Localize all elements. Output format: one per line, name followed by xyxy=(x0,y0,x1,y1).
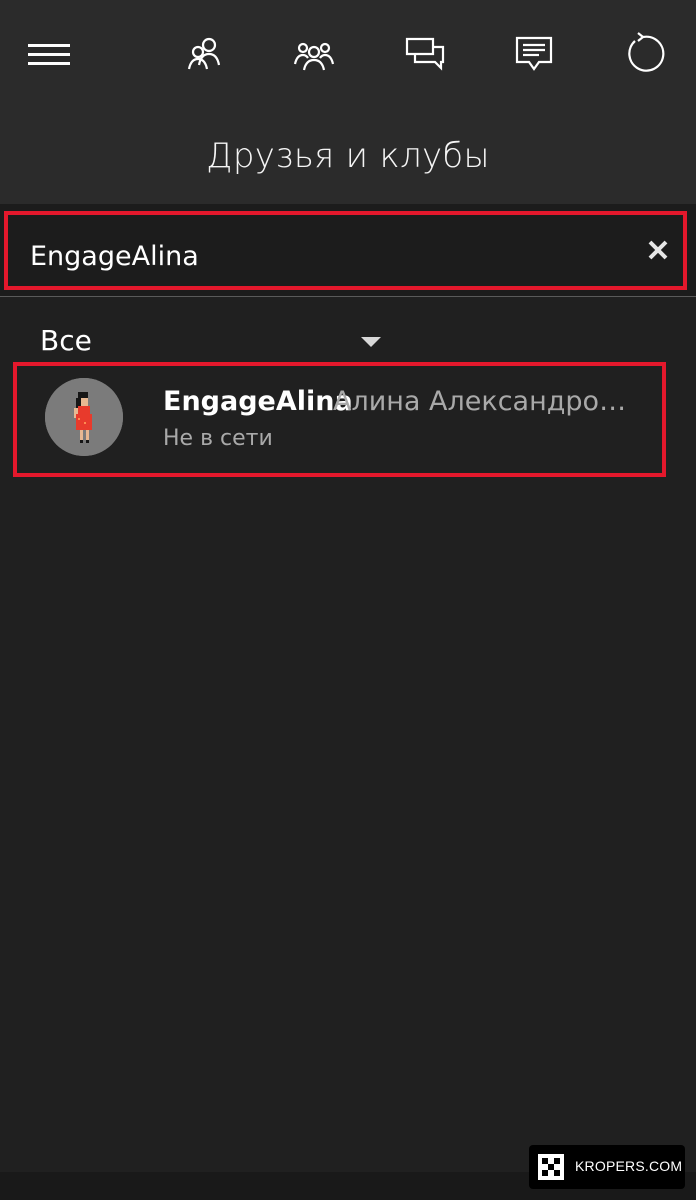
watermark-text: KROPERS.COM xyxy=(575,1158,683,1174)
messages-icon[interactable] xyxy=(403,32,447,76)
party-icon[interactable] xyxy=(292,32,336,76)
activity-feed-icon[interactable] xyxy=(512,32,556,76)
watermark: KROPERS.COM xyxy=(529,1145,685,1189)
close-icon[interactable] xyxy=(640,232,676,268)
kropers-logo-icon xyxy=(538,1154,564,1180)
search-bar xyxy=(0,204,696,297)
menu-icon[interactable] xyxy=(28,40,70,70)
search-result-item[interactable]: EngageAlina Алина Александровс... Не в с… xyxy=(18,366,662,472)
app-window: Друзья и клубы Все xyxy=(0,0,696,1200)
presence-status: Не в сети xyxy=(163,426,273,451)
friends-icon[interactable] xyxy=(183,32,227,76)
filter-dropdown[interactable]: Все xyxy=(40,320,390,364)
header: Друзья и клубы xyxy=(0,0,696,204)
gamertag: EngageAlina xyxy=(163,386,353,417)
chevron-down-icon xyxy=(361,337,381,347)
page-title: Друзья и клубы xyxy=(206,136,490,176)
filter-label: Все xyxy=(40,324,92,357)
real-name: Алина Александровс... xyxy=(333,386,638,417)
avatar xyxy=(45,378,123,456)
refresh-icon[interactable] xyxy=(621,32,665,76)
search-input[interactable] xyxy=(30,234,590,278)
